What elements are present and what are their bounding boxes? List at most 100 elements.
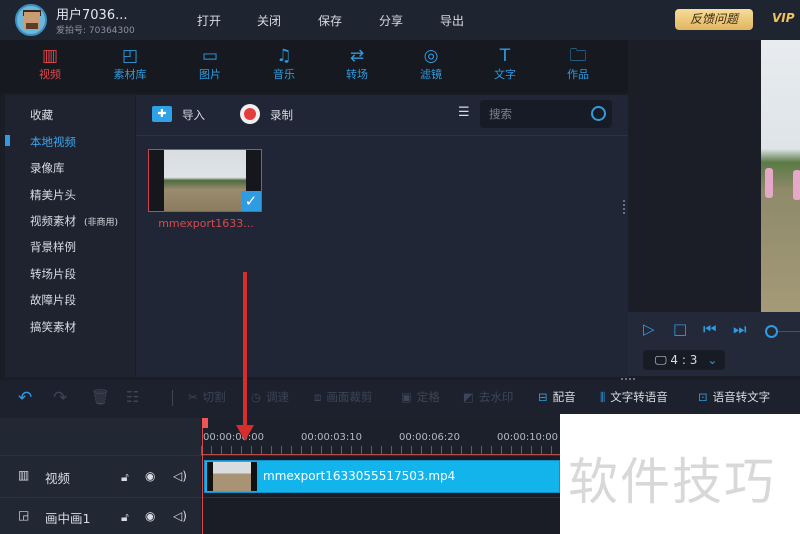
undo-icon[interactable]: ↶ [18, 388, 32, 408]
vip-link[interactable]: VIP [772, 11, 795, 25]
tab-material[interactable]: ◰ 素材库 [100, 46, 160, 82]
selection-marker [5, 135, 10, 146]
tab-label: 视频 [39, 68, 61, 81]
chevron-down-icon: ⌄ [707, 353, 718, 367]
tab-label: 转场 [346, 68, 368, 81]
pin-icon: ▣ [401, 390, 412, 404]
play-icon[interactable]: ▷ [643, 320, 655, 338]
music-icon: ♫ [276, 46, 292, 66]
label: 去水印 [478, 390, 514, 404]
eye-icon[interactable]: ◉ [145, 509, 155, 523]
aspect-ratio-select[interactable]: 🖵 4 : 3 ⌄ [643, 350, 725, 370]
tab-label: 图片 [199, 68, 221, 81]
tab-works[interactable]: 🗀 作品 [548, 46, 608, 82]
media-panel [136, 95, 628, 377]
dub-button[interactable]: ⊟ 配音 [538, 389, 576, 405]
import-button[interactable]: 导入 [182, 107, 205, 123]
menu-open[interactable]: 打开 [197, 12, 221, 29]
dub-icon: ⊟ [538, 390, 548, 404]
text-icon: T [499, 46, 511, 66]
search-box[interactable] [480, 100, 612, 128]
unlock-icon[interactable]: 🔓︎ [121, 510, 129, 525]
crop-button[interactable]: ⧈ 画面裁剪 [314, 389, 372, 405]
sidebar-item-video-material[interactable]: 视频素材 (非商用) [30, 213, 118, 229]
watermark-box: 软件技巧 [560, 414, 800, 534]
check-icon[interactable]: ✓ [241, 191, 261, 211]
edit-toolbar [0, 380, 800, 418]
sidebar-item-favorites[interactable]: 收藏 [30, 107, 53, 123]
menu-share[interactable]: 分享 [379, 12, 403, 29]
record-icon[interactable] [240, 104, 260, 124]
delete-icon[interactable]: 🗑 [91, 388, 110, 406]
prev-frame-icon[interactable]: ⏮ [703, 320, 717, 338]
tab-music[interactable]: ♫ 音乐 [254, 46, 314, 82]
stop-icon[interactable]: □ [673, 320, 687, 338]
progress-slider-handle[interactable] [765, 325, 778, 338]
sidebar-item-intros[interactable]: 精美片头 [30, 187, 76, 203]
freeze-button[interactable]: ▣ 定格 [401, 389, 440, 405]
tab-filter[interactable]: ◎ 滤镜 [401, 46, 461, 82]
remove-watermark-button[interactable]: ◩ 去水印 [463, 389, 513, 405]
transition-icon: ⇄ [349, 46, 365, 66]
cut-button[interactable]: ✂ 切割 [188, 389, 226, 405]
menu-close[interactable]: 关闭 [257, 12, 281, 29]
speaker-icon[interactable]: ◁) [173, 509, 187, 523]
tab-label: 音乐 [273, 68, 295, 81]
tab-label: 滤镜 [420, 68, 442, 81]
playhead[interactable] [202, 418, 203, 534]
speed-icon: ◷ [251, 390, 262, 404]
timeline-resize-handle[interactable] [621, 378, 635, 380]
sidebar-item-funny[interactable]: 搞笑素材 [30, 319, 76, 335]
label: 文字转语音 [610, 390, 668, 404]
label: 语音转文字 [712, 390, 771, 404]
material-icon: ◰ [121, 46, 139, 66]
speed-button[interactable]: ◷ 调速 [251, 389, 289, 405]
tab-transition[interactable]: ⇄ 转场 [327, 46, 387, 82]
search-input[interactable] [480, 100, 580, 128]
folder-icon: 🗀 [569, 46, 587, 66]
sidebar-item-transitions[interactable]: 转场片段 [30, 266, 76, 282]
settings-sliders-icon[interactable]: ☷ [126, 388, 139, 406]
menu-export[interactable]: 导出 [440, 12, 464, 29]
import-folder-icon[interactable]: ✚ [152, 106, 172, 122]
feedback-button[interactable]: 反馈问题 [675, 9, 753, 30]
redo-icon[interactable]: ↷ [53, 388, 67, 408]
playhead-handle[interactable] [202, 418, 208, 428]
sidebar-item-glitch[interactable]: 故障片段 [30, 292, 76, 308]
eye-icon[interactable]: ◉ [145, 469, 155, 483]
sort-icon[interactable]: ☰ [458, 105, 470, 120]
resize-handle[interactable] [623, 200, 626, 214]
media-thumbnail[interactable]: ✓ [148, 149, 262, 212]
watermark-icon: ◩ [463, 390, 474, 404]
annotation-arrow [243, 272, 247, 427]
thumbnail-image [164, 150, 246, 211]
tab-text[interactable]: T 文字 [475, 46, 535, 82]
media-file-name: mmexport1633... [158, 217, 254, 230]
record-button[interactable]: 录制 [270, 107, 293, 123]
video-clip[interactable]: mmexport1633055517503.mp4 [204, 460, 560, 493]
track-label-pip: 画中画1 [45, 511, 91, 526]
film-icon: ▥ [41, 46, 59, 66]
track-label-video: 视频 [45, 471, 71, 486]
crop-icon: ⧈ [314, 390, 322, 404]
clip-thumbnail [207, 462, 257, 491]
speaker-icon[interactable]: ◁) [173, 469, 187, 483]
search-icon[interactable] [591, 106, 606, 121]
tab-video[interactable]: ▥ 视频 [20, 46, 80, 82]
monitor-icon: 🖵 [655, 353, 671, 367]
progress-slider-track[interactable] [778, 331, 800, 332]
next-frame-icon[interactable]: ⏭ [733, 320, 747, 338]
tab-label: 文字 [494, 68, 516, 81]
unlock-icon[interactable]: 🔓︎ [121, 470, 129, 485]
sidebar-item-backgrounds[interactable]: 背景样例 [30, 239, 76, 255]
label: 配音 [552, 390, 576, 404]
label: 画面裁剪 [326, 390, 373, 404]
tab-image[interactable]: ▭ 图片 [180, 46, 240, 82]
avatar[interactable] [15, 4, 47, 36]
filter-icon: ◎ [423, 46, 439, 66]
sidebar-item-recordings[interactable]: 录像库 [30, 160, 65, 176]
sidebar-item-local-video[interactable]: 本地视频 [30, 134, 76, 150]
text-to-speech-button[interactable]: ⫼ 文字转语音 [600, 389, 668, 405]
menu-save[interactable]: 保存 [318, 12, 342, 29]
speech-to-text-button[interactable]: ⊡ 语音转文字 [698, 389, 770, 405]
